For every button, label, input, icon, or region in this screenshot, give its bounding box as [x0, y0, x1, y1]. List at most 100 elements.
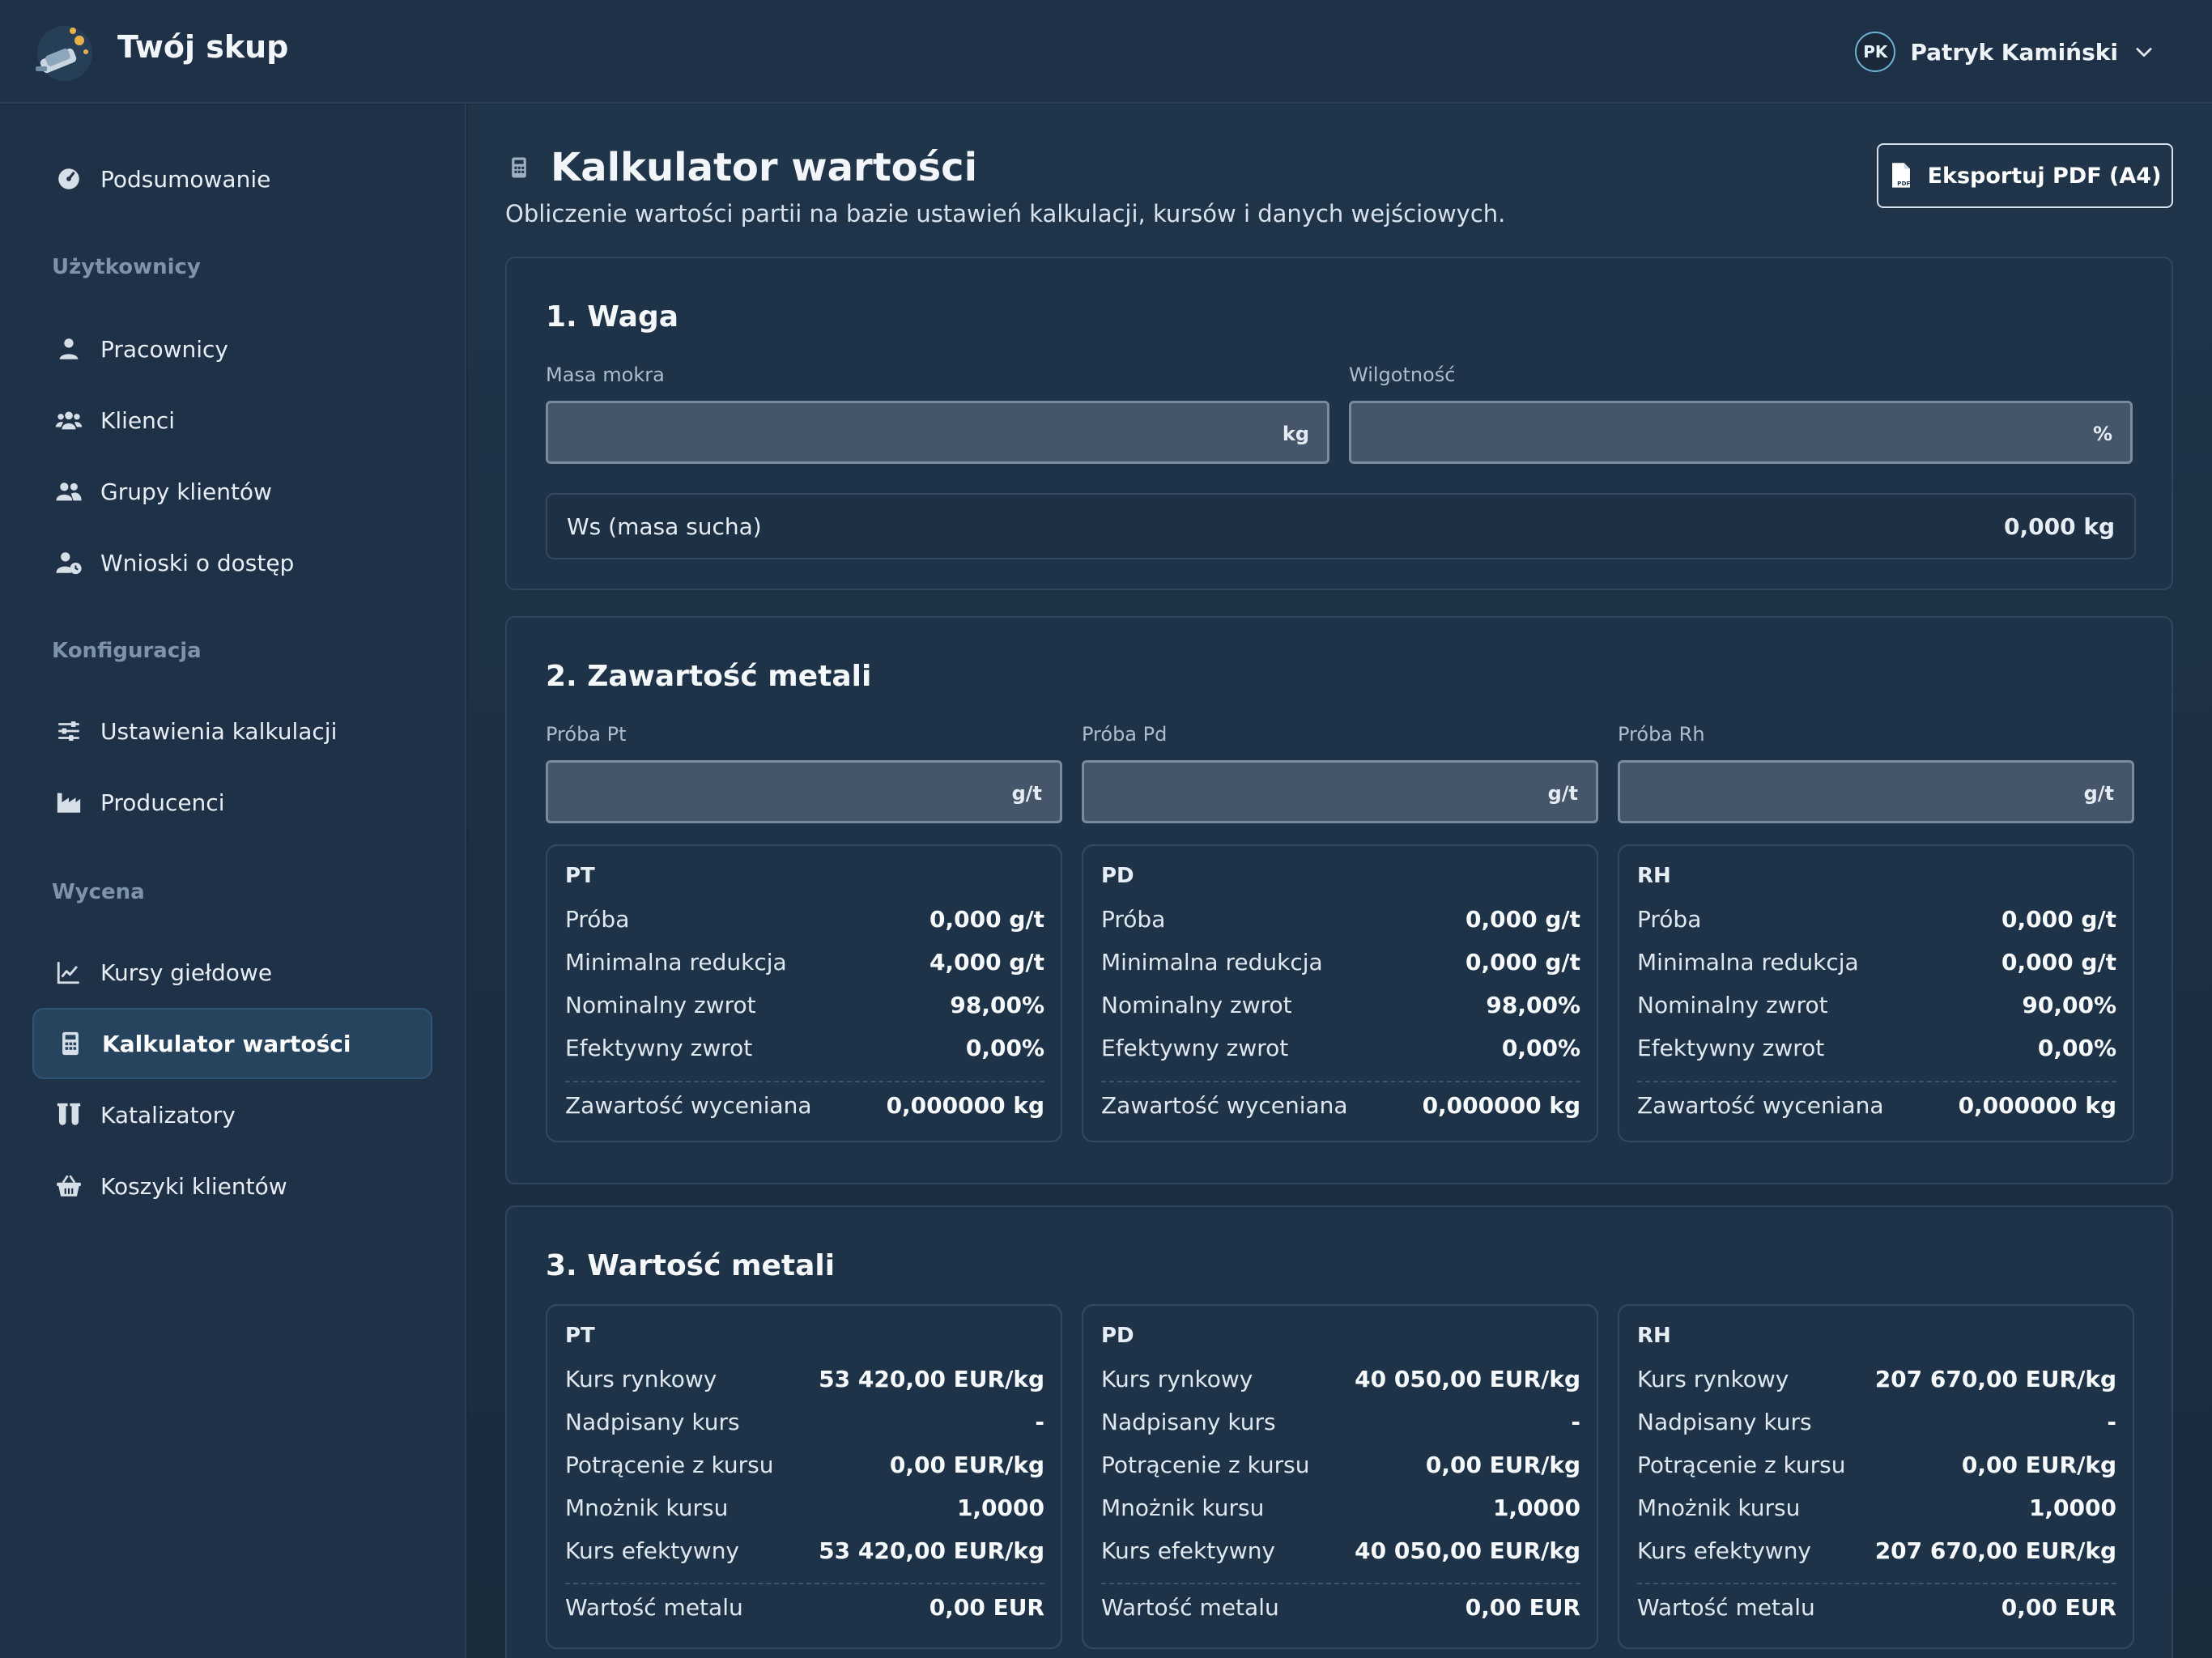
metal-name: RH: [1637, 1324, 1671, 1348]
app-title[interactable]: Twój skup: [117, 29, 288, 65]
sidebar-item-client-baskets[interactable]: Koszyki klientów: [32, 1150, 432, 1222]
sidebar-item-label: Klienci: [100, 406, 176, 434]
sidebar-item-label: Kursy giełdowe: [100, 959, 273, 986]
row-label: Nominalny zwrot: [1101, 992, 1292, 1018]
metal-value-row: Wartość metalu 0,00 EUR: [1637, 1594, 2116, 1621]
user-name: Patryk Kamiński: [1910, 38, 2118, 66]
sample-pt-label: Próba Pt: [546, 723, 627, 746]
sidebar-item-producers[interactable]: Producenci: [32, 767, 432, 838]
row-value: 40 050,00 EUR/kg: [1355, 1537, 1580, 1564]
row-label: Efektywny zwrot: [1637, 1035, 1825, 1061]
row-label: Minimalna redukcja: [565, 949, 787, 976]
row-value: 98,00%: [950, 992, 1044, 1018]
sidebar-item-access-requests[interactable]: Wnioski o dostęp: [32, 527, 432, 598]
row-value: 0,00 EUR/kg: [1961, 1452, 2116, 1478]
row-value: 90,00%: [2022, 992, 2116, 1018]
row-value: -: [2107, 1409, 2116, 1435]
row-value: 0,000000 kg: [886, 1092, 1044, 1119]
nominal-return-row: Nominalny zwrot 98,00%: [565, 992, 1044, 1018]
row-value: 1,0000: [956, 1494, 1044, 1521]
export-pdf-label: Eksportuj PDF (A4): [1927, 163, 2162, 189]
row-label: Mnożnik kursu: [1101, 1494, 1265, 1521]
row-value: 0,00 EUR/kg: [1425, 1452, 1580, 1478]
sample-rh-input[interactable]: g/t: [1618, 760, 2134, 823]
override-rate-row: Nadpisany kurs -: [1101, 1409, 1580, 1435]
sample-pd-input[interactable]: g/t: [1082, 760, 1598, 823]
metal-name: PT: [565, 864, 595, 888]
sidebar-item-summary[interactable]: Podsumowanie: [32, 143, 432, 215]
dry-mass-row: Ws (masa sucha) 0,000 kg: [546, 493, 2136, 559]
row-label: Nadpisany kurs: [1101, 1409, 1276, 1435]
divider: [1637, 1583, 2116, 1584]
catalyst-logo-icon[interactable]: [32, 21, 97, 83]
row-label: Efektywny zwrot: [1101, 1035, 1289, 1061]
sidebar-item-catalysts[interactable]: Katalizatory: [32, 1079, 432, 1150]
sample-pd-unit: g/t: [1547, 782, 1578, 805]
metal-name: PT: [565, 1324, 595, 1348]
row-label: Próba: [1637, 906, 1702, 933]
row-label: Nadpisany kurs: [565, 1409, 740, 1435]
row-value: 0,00 EUR: [2001, 1594, 2116, 1621]
valued-content-row: Zawartość wyceniana 0,000000 kg: [1637, 1092, 2116, 1119]
chart-line-icon: [57, 962, 79, 984]
sidebar-item-label: Koszyki klientów: [100, 1172, 287, 1200]
row-label: Zawartość wyceniana: [1637, 1092, 1884, 1119]
row-value: -: [1035, 1409, 1044, 1435]
metal-content-title: 2. Zawartość metali: [546, 660, 872, 693]
sidebar-item-clients[interactable]: Klienci: [32, 385, 432, 456]
sidebar-item-exchange-rates[interactable]: Kursy giełdowe: [32, 937, 432, 1008]
min-reduction-row: Minimalna redukcja 0,000 g/t: [1637, 949, 2116, 976]
row-label: Zawartość wyceniana: [565, 1092, 812, 1119]
wet-mass-input[interactable]: kg: [546, 401, 1329, 464]
metal-value-card: 3. Wartość metali PT Kurs rynkowy 53 420,…: [505, 1205, 2173, 1658]
sidebar-item-label: Ustawienia kalkulacji: [100, 717, 338, 745]
row-label: Próba: [565, 906, 630, 933]
row-value: 0,00 EUR: [929, 1594, 1044, 1621]
row-label: Kurs rynkowy: [565, 1366, 717, 1392]
row-label: Kurs rynkowy: [1637, 1366, 1789, 1392]
users-icon: [55, 411, 83, 430]
sidebar-item-label: Pracownicy: [100, 335, 228, 363]
row-label: Mnożnik kursu: [565, 1494, 729, 1521]
sidebar-item-value-calculator[interactable]: Kalkulator wartości: [32, 1008, 432, 1079]
metal-value-row: Wartość metalu 0,00 EUR: [1101, 1594, 1580, 1621]
content-box-pt: PT Próba 0,000 g/t Minimalna redukcja 4,00…: [546, 844, 1062, 1142]
value-box-pd: PD Kurs rynkowy 40 050,00 EUR/kg Nadpisan…: [1082, 1304, 1598, 1649]
row-value: 0,000 g/t: [2001, 949, 2116, 976]
user-menu[interactable]: PK Patryk Kamiński: [1855, 31, 2155, 73]
sidebar-item-label: Producenci: [100, 789, 225, 816]
row-value: -: [1571, 1409, 1580, 1435]
sidebar-item-employees[interactable]: Pracownicy: [32, 313, 432, 385]
export-pdf-button[interactable]: PDF Eksportuj PDF (A4): [1877, 143, 2173, 208]
sidebar-item-client-groups[interactable]: Grupy klientów: [32, 456, 432, 527]
valued-content-row: Zawartość wyceniana 0,000000 kg: [565, 1092, 1044, 1119]
min-reduction-row: Minimalna redukcja 4,000 g/t: [565, 949, 1044, 976]
row-value: 98,00%: [1486, 992, 1580, 1018]
row-value: 53 420,00 EUR/kg: [819, 1366, 1044, 1392]
sample-rh-unit: g/t: [2083, 782, 2114, 805]
row-value: 1,0000: [2028, 1494, 2116, 1521]
divider: [565, 1583, 1044, 1584]
sidebar-item-calculation-settings[interactable]: Ustawienia kalkulacji: [32, 695, 432, 767]
sidebar-section-configuration: Konfiguracja: [52, 639, 202, 663]
row-label: Kurs rynkowy: [1101, 1366, 1253, 1392]
sidebar-item-label: Podsumowanie: [100, 165, 271, 193]
row-value: 4,000 g/t: [929, 949, 1044, 976]
nominal-return-row: Nominalny zwrot 90,00%: [1637, 992, 2116, 1018]
sample-rh-label: Próba Rh: [1618, 723, 1705, 746]
row-label: Wartość metalu: [1101, 1594, 1279, 1621]
page-subtitle: Obliczenie wartości partii na bazie usta…: [505, 200, 1506, 227]
top-bar: Twój skup PK Patryk Kamiński: [0, 0, 2212, 104]
row-value: 207 670,00 EUR/kg: [1874, 1537, 2116, 1564]
moisture-input[interactable]: %: [1349, 401, 2133, 464]
row-label: Minimalna redukcja: [1101, 949, 1323, 976]
sidebar-section-users: Użytkownicy: [52, 255, 201, 279]
row-label: Próba: [1101, 906, 1166, 933]
row-value: 0,000 g/t: [2001, 906, 2116, 933]
sample-pt-input[interactable]: g/t: [546, 760, 1062, 823]
calculator-icon: [512, 157, 526, 178]
valued-content-row: Zawartość wyceniana 0,000000 kg: [1101, 1092, 1580, 1119]
value-box-pt: PT Kurs rynkowy 53 420,00 EUR/kg Nadpisan…: [546, 1304, 1062, 1649]
sample-pd-label: Próba Pd: [1082, 723, 1168, 746]
sidebar: Podsumowanie Użytkownicy Pracownicy Klie…: [0, 104, 466, 1658]
